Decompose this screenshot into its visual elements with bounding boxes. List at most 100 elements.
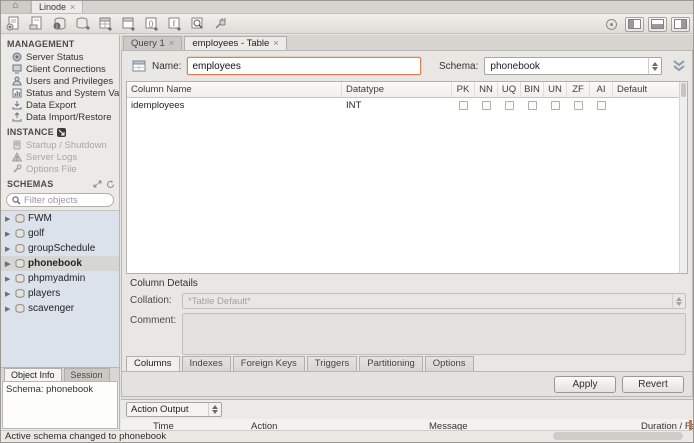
schema-select[interactable]: phonebook — [484, 57, 662, 75]
tab-session[interactable]: Session — [64, 368, 110, 381]
revert-button[interactable]: Revert — [622, 376, 684, 393]
table-icon — [132, 60, 146, 72]
schema-tree-item-phonebook[interactable]: ▶phonebook — [1, 256, 119, 271]
sidebar-item-system-variables[interactable]: Status and System Variables — [1, 87, 119, 99]
col-header-zf[interactable]: ZF — [567, 82, 590, 97]
toggle-right-panel-icon[interactable] — [671, 17, 690, 32]
mysql-workbench-window: ⌂ Linode × i () f MANAGEMENT Server Stat… — [0, 0, 694, 443]
home-tab[interactable]: ⌂ — [1, 0, 31, 13]
col-header-un[interactable]: UN — [544, 82, 567, 97]
open-script-icon[interactable] — [28, 16, 44, 32]
expander-icon[interactable]: ▶ — [5, 230, 12, 238]
tab-foreign-keys[interactable]: Foreign Keys — [233, 356, 305, 371]
expand-schemas-icon[interactable] — [93, 180, 102, 188]
un-checkbox[interactable] — [544, 98, 567, 112]
col-header-datatype[interactable]: Datatype — [342, 82, 452, 97]
tab-indexes[interactable]: Indexes — [182, 356, 231, 371]
connection-tab-linode[interactable]: Linode × — [31, 0, 83, 13]
schema-filter-box — [6, 193, 114, 207]
table-name-input[interactable] — [187, 57, 420, 75]
col-header-ai[interactable]: AI — [590, 82, 613, 97]
db-inspector-icon[interactable]: i — [51, 16, 67, 32]
collation-select[interactable]: *Table Default* — [182, 293, 686, 309]
close-icon[interactable]: × — [273, 37, 279, 50]
expand-header-icon[interactable] — [672, 60, 686, 72]
create-view-icon[interactable] — [120, 16, 136, 32]
reconnect-icon[interactable] — [212, 16, 228, 32]
tab-columns[interactable]: Columns — [126, 356, 180, 371]
schema-tree-item-groupschedule[interactable]: ▶groupSchedule — [1, 241, 119, 256]
expander-icon[interactable]: ▶ — [5, 245, 12, 253]
tab-triggers[interactable]: Triggers — [307, 356, 358, 371]
schema-tree-item-phpmyadmin[interactable]: ▶phpmyadmin — [1, 271, 119, 286]
col-header-pk[interactable]: PK — [452, 82, 475, 97]
tab-options[interactable]: Options — [425, 356, 474, 371]
new-query-icon[interactable] — [5, 16, 21, 32]
stepper-icon[interactable] — [672, 294, 685, 308]
col-header-uq[interactable]: UQ — [498, 82, 521, 97]
col-header-default[interactable]: Default — [613, 82, 687, 97]
ai-checkbox[interactable] — [590, 98, 613, 112]
stepper-icon[interactable] — [208, 403, 221, 416]
sidebar-item-server-status[interactable]: Server Status — [1, 51, 119, 63]
col-header-nn[interactable]: NN — [475, 82, 498, 97]
sidebar-item-data-export[interactable]: Data Export — [1, 99, 119, 111]
tab-query-1[interactable]: Query 1 × — [123, 36, 182, 50]
sidebar-item-data-import[interactable]: Data Import/Restore — [1, 111, 119, 123]
col-header-column-name[interactable]: Column Name — [127, 82, 342, 97]
schema-tree-item-scavenger[interactable]: ▶scavenger — [1, 301, 119, 316]
status-circle-icon[interactable] — [606, 19, 617, 30]
create-function-icon[interactable]: f — [166, 16, 182, 32]
bin-checkbox[interactable] — [521, 98, 544, 112]
expander-icon[interactable]: ▶ — [5, 275, 12, 283]
table-editor-panel: Name: Schema: phonebook Column Name Data… — [121, 50, 693, 397]
tab-employees-table[interactable]: employees - Table × — [184, 36, 287, 50]
sidebar-item-client-connections[interactable]: Client Connections — [1, 63, 119, 75]
schema-tree-item-players[interactable]: ▶players — [1, 286, 119, 301]
uq-checkbox[interactable] — [498, 98, 521, 112]
toggle-bottom-panel-icon[interactable] — [648, 17, 667, 32]
schema-filter-input[interactable] — [24, 195, 108, 206]
close-icon[interactable]: × — [169, 37, 175, 50]
sidebar-item-options-file[interactable]: Options File — [1, 163, 119, 175]
svg-text:(): () — [148, 21, 153, 28]
refresh-schemas-icon[interactable] — [106, 180, 115, 189]
pk-checkbox[interactable] — [452, 98, 475, 112]
column-row-idemployees[interactable]: idemployees INT — [127, 98, 687, 112]
schema-tree-item-golf[interactable]: ▶golf — [1, 226, 119, 241]
create-table-icon[interactable] — [97, 16, 113, 32]
output-view-select[interactable]: Action Output — [126, 402, 222, 417]
cell-default[interactable] — [613, 98, 687, 112]
home-icon: ⌂ — [12, 0, 18, 11]
sidebar-item-server-logs[interactable]: Server Logs — [1, 151, 119, 163]
status-bar: Active schema changed to phonebook — [1, 430, 693, 442]
close-icon[interactable]: × — [70, 1, 75, 13]
cell-datatype[interactable]: INT — [342, 98, 452, 112]
expander-icon[interactable]: ▶ — [5, 260, 12, 268]
col-header-bin[interactable]: BIN — [521, 82, 544, 97]
schema-label: Schema: — [439, 61, 478, 72]
cell-column-name[interactable]: idemployees — [127, 98, 342, 112]
expander-icon[interactable]: ▶ — [5, 215, 12, 223]
sidebar-item-startup-shutdown[interactable]: Startup / Shutdown — [1, 139, 119, 151]
zf-checkbox[interactable] — [567, 98, 590, 112]
create-procedure-icon[interactable]: () — [143, 16, 159, 32]
scrollbar-thumb[interactable] — [681, 83, 686, 97]
sidebar-item-users-privileges[interactable]: Users and Privileges — [1, 75, 119, 87]
expander-icon[interactable]: ▶ — [5, 305, 12, 313]
nn-checkbox[interactable] — [475, 98, 498, 112]
apply-button[interactable]: Apply — [554, 376, 616, 393]
object-info-panel: Schema: phonebook — [2, 381, 118, 429]
expander-icon[interactable]: ▶ — [5, 290, 12, 298]
create-schema-icon[interactable] — [74, 16, 90, 32]
left-sidebar: MANAGEMENT Server Status Client Connecti… — [1, 35, 120, 430]
grid-vertical-scrollbar[interactable] — [679, 82, 687, 273]
schema-tree-item-fwm[interactable]: ▶FWM — [1, 211, 119, 226]
stepper-icon[interactable] — [648, 58, 661, 74]
toggle-left-panel-icon[interactable] — [625, 17, 644, 32]
horizontal-scrollbar-thumb[interactable] — [553, 432, 683, 440]
comment-textarea[interactable] — [182, 313, 686, 355]
search-data-icon[interactable] — [189, 16, 205, 32]
tab-partitioning[interactable]: Partitioning — [359, 356, 423, 371]
tab-object-info[interactable]: Object Info — [4, 368, 62, 381]
